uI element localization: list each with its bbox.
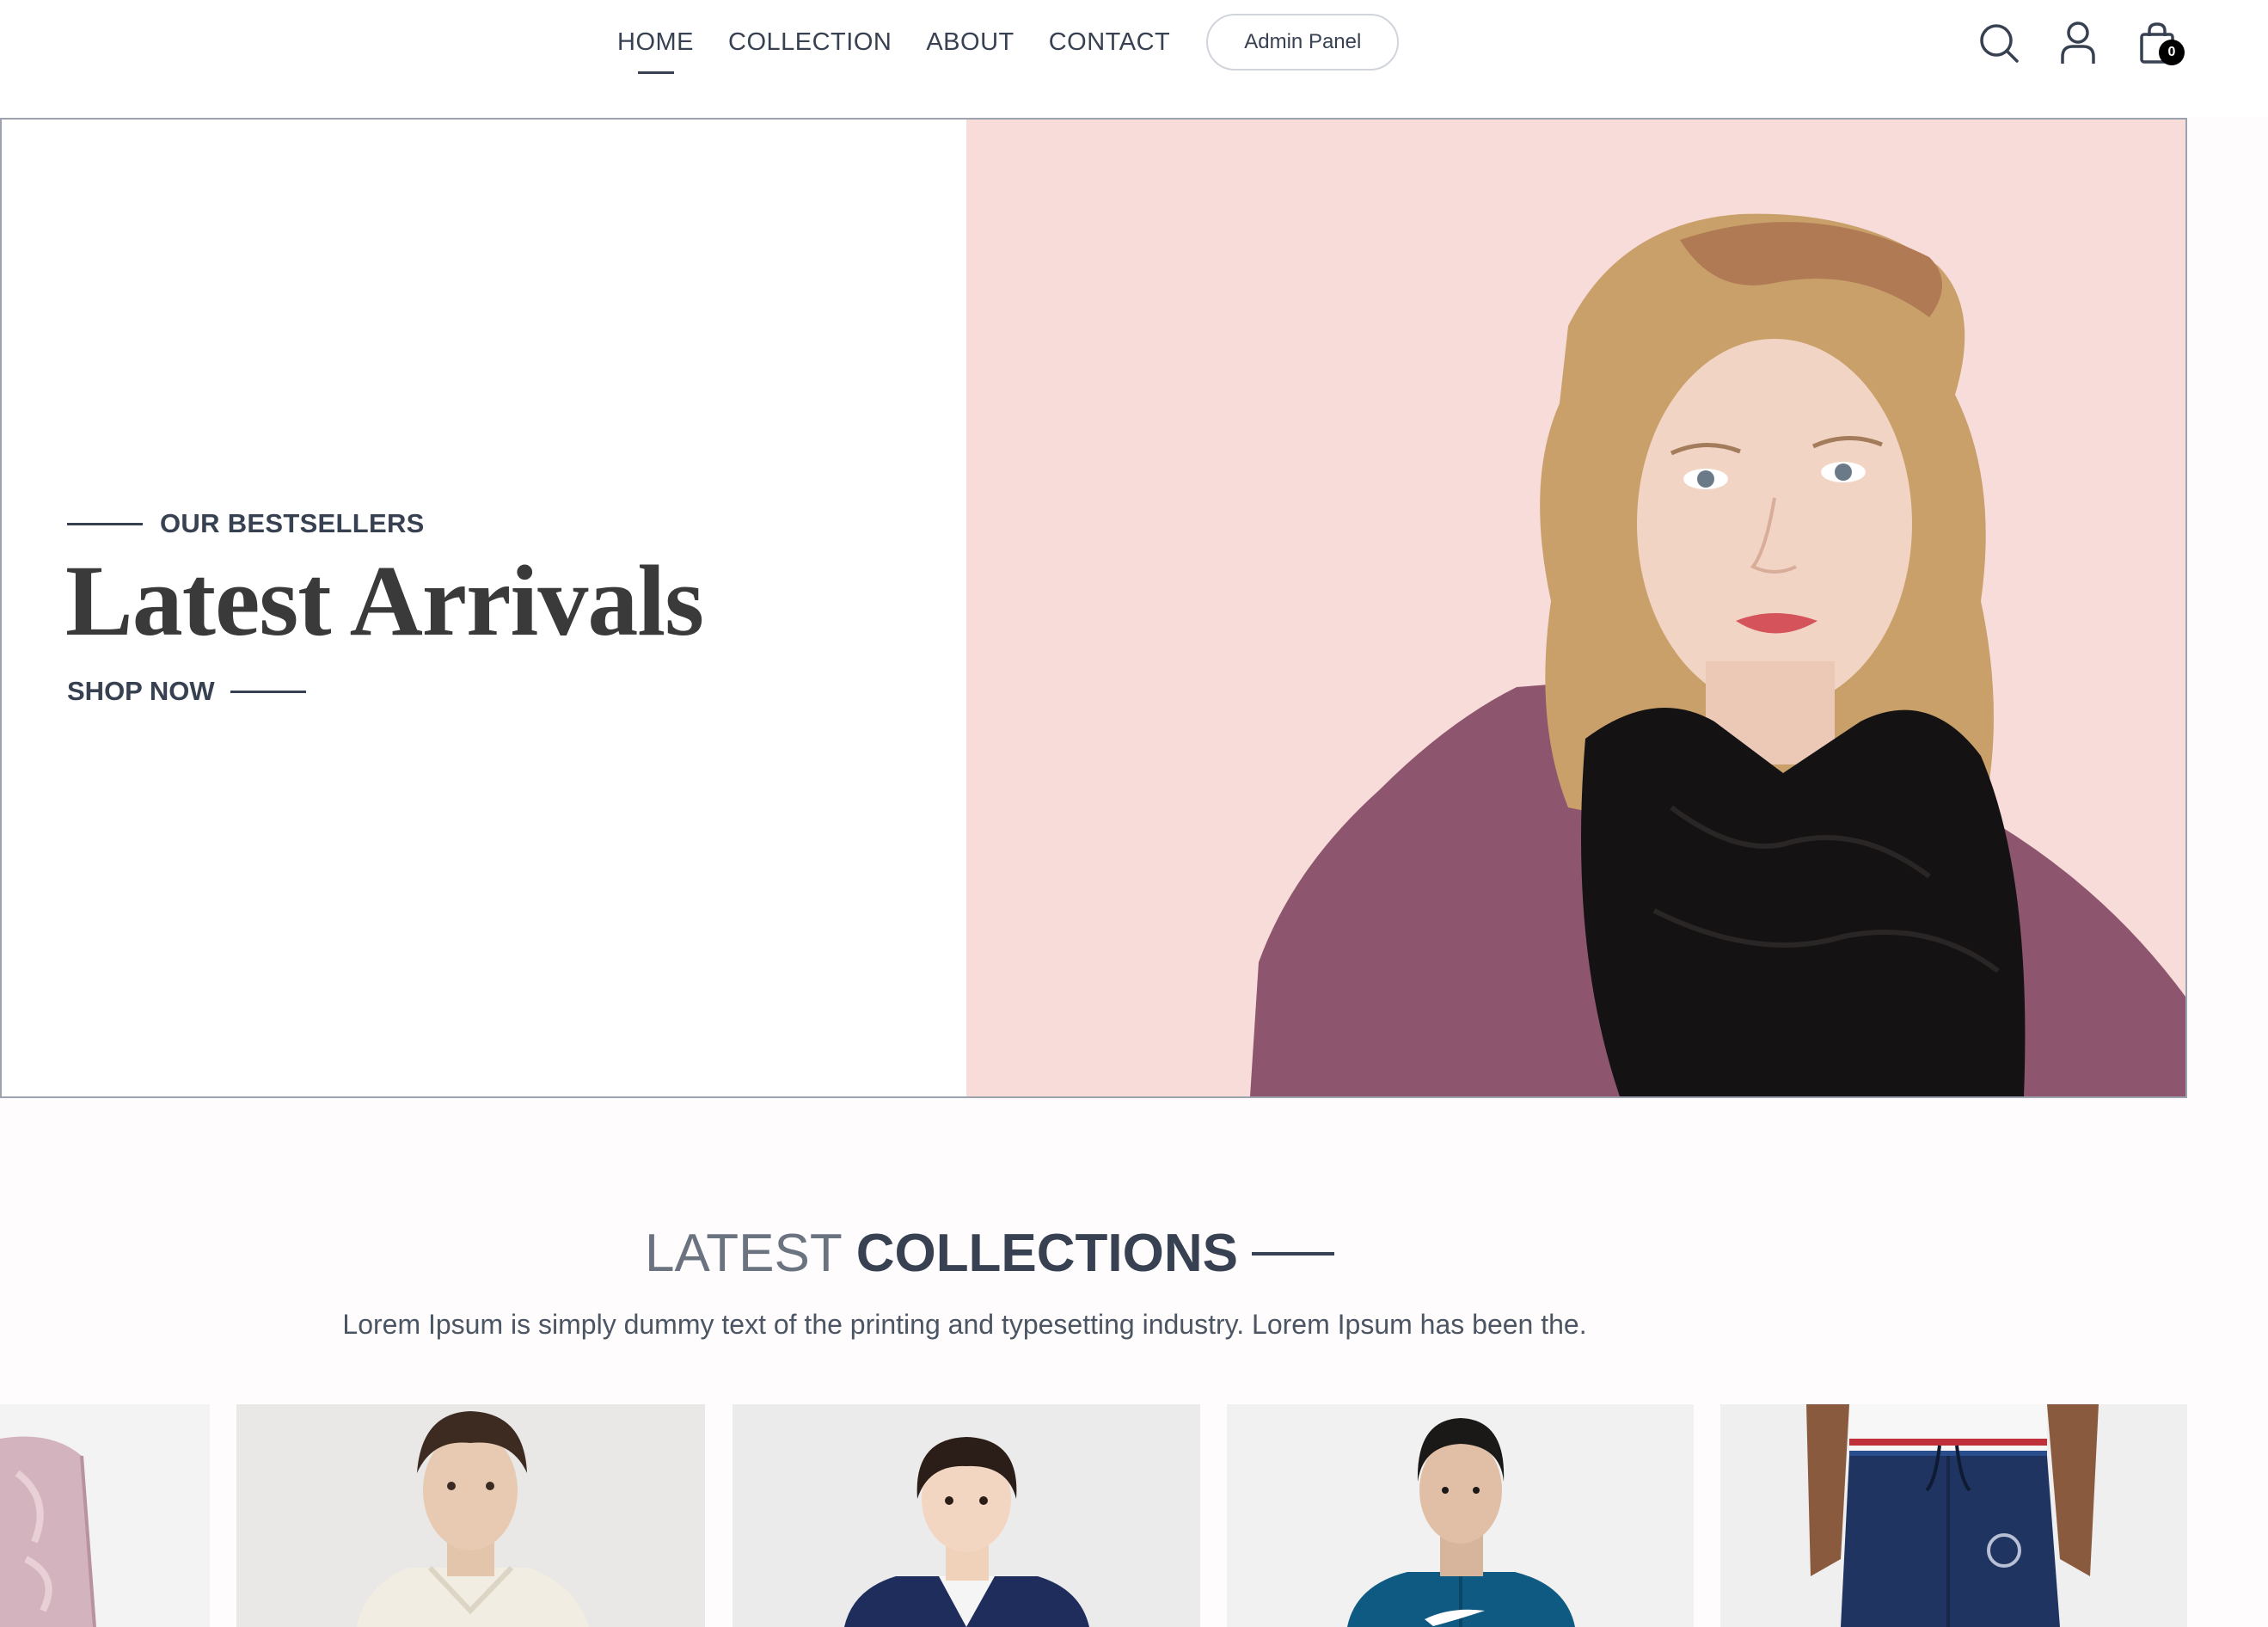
- product-card-navy-kids-jacket[interactable]: [733, 1404, 1200, 1627]
- cart-count-badge: 0: [2159, 40, 2185, 65]
- hero-title: Latest Arrivals: [65, 544, 704, 657]
- collections-description: Lorem Ipsum is simply dummy text of the …: [342, 1309, 1587, 1340]
- site-header: HOME COLLECTION ABOUT CONTACT Admin Pane…: [0, 0, 2268, 117]
- model-portrait-illustration: [1250, 213, 2185, 1096]
- navy-jacket-image: [844, 1437, 1089, 1627]
- header-icons: 0: [1978, 19, 2185, 67]
- product-card-navy-joggers[interactable]: [1720, 1404, 2187, 1627]
- product-card-teal-track-jacket[interactable]: [1227, 1404, 1694, 1627]
- eyebrow-label: OUR BESTSELLERS: [160, 508, 425, 538]
- eyebrow-line: [67, 522, 143, 525]
- collections-heading: LATEST COLLECTIONS: [645, 1223, 1335, 1284]
- cream-polo-image: [357, 1411, 589, 1627]
- nav-collection[interactable]: COLLECTION: [728, 28, 892, 57]
- hero-image: [966, 120, 2185, 1096]
- hero-text-panel: OUR BESTSELLERS Latest Arrivals SHOP NOW: [2, 120, 966, 1096]
- search-icon[interactable]: [1978, 19, 2020, 67]
- hero-banner: OUR BESTSELLERS Latest Arrivals SHOP NOW: [0, 118, 2187, 1098]
- product-card-cream-polo[interactable]: [236, 1404, 705, 1627]
- navy-joggers-image: [1806, 1404, 2099, 1627]
- shop-now-link[interactable]: SHOP NOW: [67, 676, 306, 707]
- shop-now-line: [230, 690, 306, 693]
- nav-about[interactable]: ABOUT: [926, 28, 1014, 57]
- nav-home[interactable]: HOME: [617, 28, 694, 57]
- shop-now-label: SHOP NOW: [67, 676, 215, 706]
- product-card-pink-shorts[interactable]: [0, 1404, 210, 1627]
- nav-contact[interactable]: CONTACT: [1049, 28, 1171, 57]
- product-grid: [0, 1404, 2187, 1627]
- collections-title-line: [1252, 1251, 1335, 1256]
- collections-title-bold: COLLECTIONS: [855, 1224, 1239, 1283]
- admin-panel-button[interactable]: Admin Panel: [1206, 14, 1400, 71]
- hero-eyebrow: OUR BESTSELLERS: [67, 508, 425, 539]
- shopping-bag-icon[interactable]: 0: [2136, 19, 2185, 67]
- pink-shorts-image: [0, 1436, 96, 1627]
- main-nav: HOME COLLECTION ABOUT CONTACT Admin Pane…: [617, 12, 1400, 72]
- collections-title-light: LATEST: [645, 1224, 843, 1283]
- teal-jacket-image: [1347, 1418, 1575, 1627]
- user-icon[interactable]: [2057, 19, 2099, 67]
